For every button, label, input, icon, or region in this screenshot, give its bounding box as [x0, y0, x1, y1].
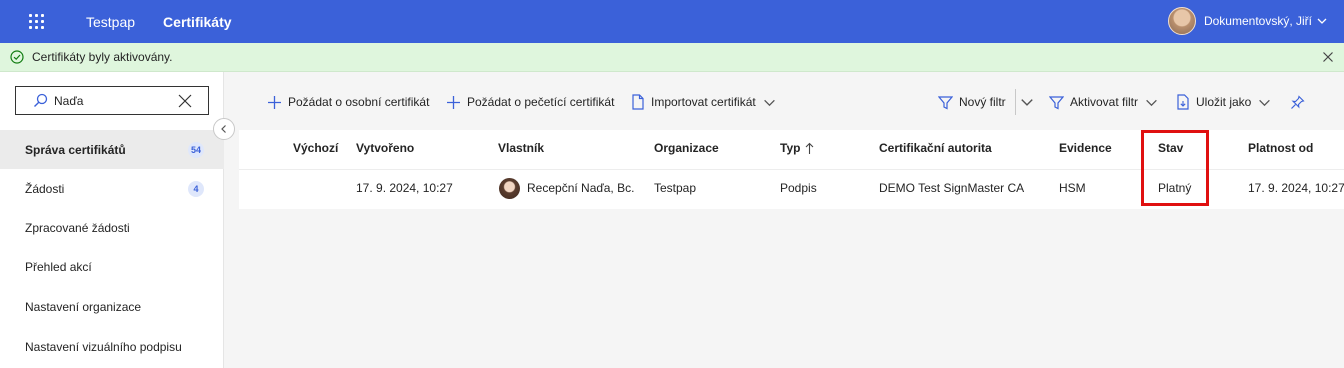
sidebar-item-label: Nastavení organizace — [25, 299, 142, 314]
search-icon — [34, 93, 48, 107]
filter-icon — [1049, 95, 1064, 109]
top-bar: Testpap Certifikáty Dokumentovský, Jiří — [0, 0, 1344, 43]
app-name[interactable]: Testpap — [86, 14, 135, 30]
button-label: Požádat o osobní certifikát — [288, 95, 430, 109]
sidebar-item-label: Žádosti — [25, 181, 65, 196]
activate-filter-button[interactable]: Aktivovat filtr — [1049, 91, 1158, 113]
clear-search-icon[interactable] — [178, 94, 192, 108]
column-header-created[interactable]: Vytvořeno — [356, 141, 414, 155]
save-as-button[interactable]: Uložit jako — [1176, 91, 1271, 113]
button-label: Aktivovat filtr — [1070, 95, 1139, 109]
column-header-organization[interactable]: Organizace — [654, 141, 719, 155]
sort-ascending-icon — [806, 142, 814, 154]
sidebar-item-organization-settings[interactable]: Nastavení organizace — [0, 287, 224, 326]
sidebar-item-label: Zpracované žádosti — [25, 220, 130, 235]
column-header-valid-from[interactable]: Platnost od — [1248, 141, 1313, 155]
column-header-status[interactable]: Stav — [1158, 141, 1183, 155]
chevron-left-icon — [221, 125, 226, 133]
column-header-owner[interactable]: Vlastník — [498, 141, 544, 155]
save-document-icon — [1177, 94, 1189, 110]
sidebar-item-visual-signature-settings[interactable]: Nastavení vizuálního podpisu — [0, 327, 224, 366]
cell-valid-from: 17. 9. 2024, 10:27 — [1248, 181, 1344, 195]
divider — [1015, 89, 1016, 115]
column-header-default[interactable]: Výchozí — [293, 141, 338, 155]
search-input[interactable] — [54, 93, 172, 108]
count-badge: 4 — [188, 180, 204, 197]
cell-evidence: HSM — [1059, 181, 1086, 195]
chevron-down-icon — [1146, 99, 1157, 106]
success-notification: Certifikáty byly aktivovány. — [0, 43, 1344, 72]
cell-status: Platný — [1158, 181, 1192, 195]
column-header-authority[interactable]: Certifikační autorita — [879, 141, 992, 155]
section-title[interactable]: Certifikáty — [163, 14, 231, 30]
search-box — [15, 86, 209, 115]
owner-avatar — [499, 178, 520, 199]
request-seal-certificate-button[interactable]: Požádat o pečetící certifikát — [446, 91, 614, 113]
column-header-type[interactable]: Typ — [780, 141, 814, 155]
sidebar-item-action-overview[interactable]: Přehled akcí — [0, 247, 224, 286]
cell-owner: Recepční Naďa, Bc. — [527, 181, 635, 195]
chevron-down-icon — [1021, 99, 1033, 106]
success-check-icon — [10, 50, 24, 64]
table-row[interactable]: 17. 9. 2024, 10:27 Recepční Naďa, Bc. Te… — [239, 169, 1344, 208]
close-icon[interactable] — [1322, 51, 1334, 63]
request-personal-certificate-button[interactable]: Požádat o osobní certifikát — [267, 91, 429, 113]
user-name: Dokumentovský, Jiří — [1203, 14, 1312, 28]
button-label: Uložit jako — [1196, 95, 1252, 109]
plus-icon — [447, 95, 460, 109]
filter-options-dropdown[interactable] — [1020, 91, 1034, 113]
sidebar-item-requests[interactable]: Žádosti 4 — [0, 169, 224, 208]
notification-text: Certifikáty byly aktivovány. — [32, 50, 173, 64]
pin-icon — [1291, 94, 1305, 109]
app-launcher-icon[interactable] — [26, 12, 46, 32]
pin-button[interactable] — [1290, 91, 1305, 113]
filter-icon — [938, 95, 953, 109]
collapse-sidebar-button[interactable] — [213, 118, 235, 140]
cell-created: 17. 9. 2024, 10:27 — [356, 181, 453, 195]
button-label: Požádat o pečetící certifikát — [467, 95, 615, 109]
sidebar: Správa certifikátů 54 Žádosti 4 Zpracova… — [0, 72, 224, 368]
sidebar-item-certificate-management[interactable]: Správa certifikátů 54 — [0, 130, 224, 169]
button-label: Importovat certifikát — [651, 95, 756, 109]
sidebar-item-label: Nastavení vizuálního podpisu — [25, 339, 182, 354]
cell-type: Podpis — [780, 181, 817, 195]
document-import-icon — [632, 94, 644, 110]
chevron-down-icon — [1259, 99, 1271, 106]
cell-authority: DEMO Test SignMaster CA — [879, 181, 1025, 195]
user-menu[interactable]: Dokumentovský, Jiří — [1167, 7, 1328, 35]
user-avatar — [1167, 7, 1196, 35]
certificates-table: Výchozí Vytvořeno Vlastník Organizace Ty… — [239, 130, 1344, 209]
chevron-down-icon — [1317, 18, 1327, 24]
column-header-evidence[interactable]: Evidence — [1059, 141, 1112, 155]
button-label: Nový filtr — [959, 95, 1006, 109]
sidebar-item-processed-requests[interactable]: Zpracované žádosti — [0, 208, 224, 247]
chevron-down-icon — [763, 99, 775, 106]
new-filter-button[interactable]: Nový filtr — [938, 91, 1006, 113]
sidebar-item-label: Přehled akcí — [25, 259, 92, 274]
cell-organization: Testpap — [654, 181, 697, 195]
sidebar-item-label: Správa certifikátů — [25, 142, 126, 157]
plus-icon — [268, 95, 281, 109]
column-header-type-label: Typ — [780, 141, 801, 155]
import-certificate-button[interactable]: Importovat certifikát — [631, 91, 776, 113]
count-badge: 54 — [187, 141, 204, 158]
